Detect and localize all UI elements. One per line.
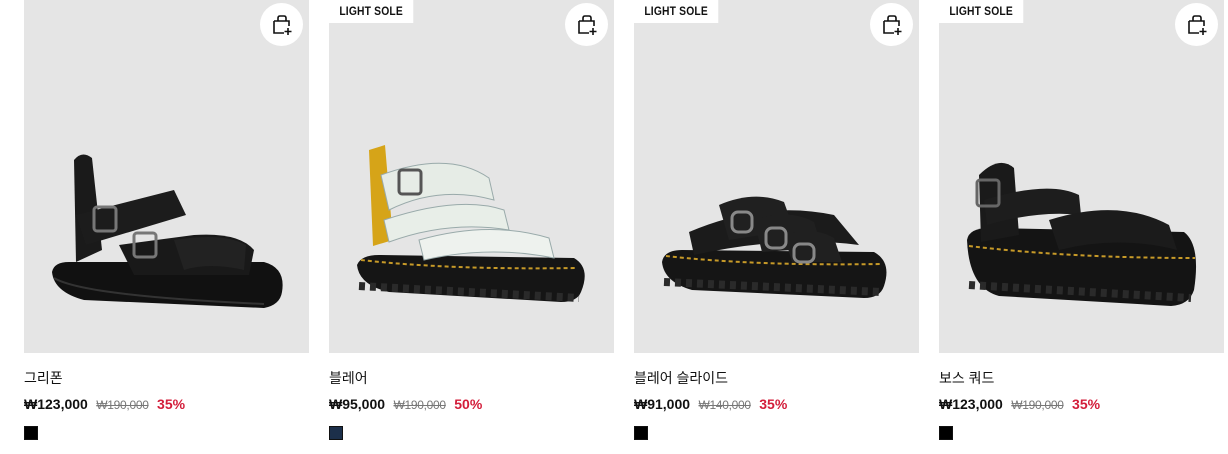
discount-percent: 35% xyxy=(1072,396,1101,412)
add-to-cart-button[interactable] xyxy=(565,3,608,46)
product-card[interactable]: LIGHT SOLE 블레어 ₩95,000 ₩190,000 50% xyxy=(329,0,614,440)
light-sole-badge: LIGHT SOLE xyxy=(329,0,414,23)
add-to-cart-icon xyxy=(577,14,596,35)
original-price: ₩140,000 xyxy=(698,398,752,412)
add-to-cart-button[interactable] xyxy=(260,3,303,46)
price-row: ₩123,000 ₩190,000 35% xyxy=(939,395,1224,413)
product-image[interactable]: LIGHT SOLE xyxy=(329,0,614,353)
original-price: ₩190,000 xyxy=(1011,398,1064,412)
add-to-cart-icon xyxy=(1187,14,1206,35)
product-name[interactable]: 그리폰 xyxy=(24,369,309,387)
price-row: ₩95,000 ₩190,000 50% xyxy=(329,395,614,413)
light-sole-badge: LIGHT SOLE xyxy=(939,0,1024,23)
sale-price: ₩95,000 xyxy=(329,396,386,412)
color-swatch[interactable] xyxy=(939,426,953,440)
color-swatches xyxy=(939,426,1224,440)
product-card[interactable]: LIGHT SOLE 블레어 슬라이드 ₩91,000 ₩140,000 35% xyxy=(634,0,919,440)
light-sole-badge: LIGHT SOLE xyxy=(634,0,719,23)
color-swatches xyxy=(329,426,614,440)
product-name[interactable]: 블레어 xyxy=(329,369,614,387)
price-row: ₩123,000 ₩190,000 35% xyxy=(24,395,309,413)
original-price: ₩190,000 xyxy=(96,398,149,412)
discount-percent: 35% xyxy=(157,396,186,412)
sandal-image xyxy=(967,162,1197,306)
slide-image xyxy=(662,196,887,298)
sale-price: ₩123,000 xyxy=(24,396,88,412)
sale-price: ₩123,000 xyxy=(939,396,1003,412)
sandal-image xyxy=(52,154,283,308)
color-swatch[interactable] xyxy=(329,426,343,440)
price-row: ₩91,000 ₩140,000 35% xyxy=(634,395,919,413)
product-image[interactable] xyxy=(24,0,309,353)
add-to-cart-button[interactable] xyxy=(1175,3,1218,46)
color-swatch[interactable] xyxy=(634,426,648,440)
add-to-cart-icon xyxy=(882,14,901,35)
product-name[interactable]: 보스 쿼드 xyxy=(939,369,1224,387)
product-image[interactable]: LIGHT SOLE xyxy=(939,0,1224,353)
product-grid: 그리폰 ₩123,000 ₩190,000 35% LIGHT SOLE 블레어… xyxy=(24,0,1224,440)
add-to-cart-button[interactable] xyxy=(870,3,913,46)
color-swatches xyxy=(634,426,919,440)
sandal-image xyxy=(357,145,585,302)
color-swatch[interactable] xyxy=(24,426,38,440)
original-price: ₩190,000 xyxy=(393,398,447,412)
discount-percent: 35% xyxy=(759,396,788,412)
product-card[interactable]: LIGHT SOLE 보스 쿼드 ₩123,000 ₩190,000 35% xyxy=(939,0,1224,440)
color-swatches xyxy=(24,426,309,440)
add-to-cart-icon xyxy=(272,14,291,35)
product-card[interactable]: 그리폰 ₩123,000 ₩190,000 35% xyxy=(24,0,309,440)
discount-percent: 50% xyxy=(454,396,483,412)
product-image[interactable]: LIGHT SOLE xyxy=(634,0,919,353)
product-name[interactable]: 블레어 슬라이드 xyxy=(634,369,919,387)
sale-price: ₩91,000 xyxy=(634,396,691,412)
